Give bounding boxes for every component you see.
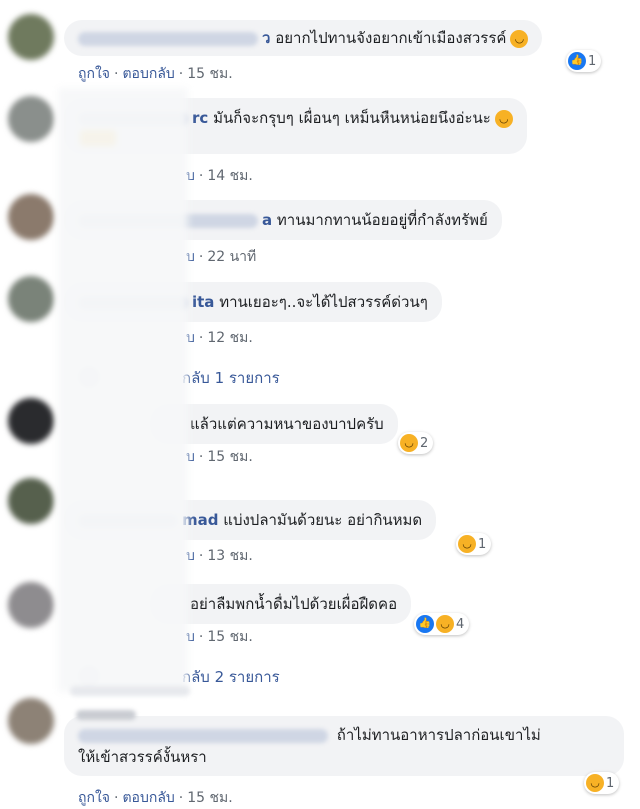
haha-icon: ◡ <box>436 615 454 633</box>
reaction-count: 4 <box>456 616 465 632</box>
reaction-count: 1 <box>588 53 597 69</box>
haha-icon: ◡ <box>400 434 418 452</box>
comment-bubble: อย่าลืมพกน้ำดื่มไปด้วยเผื่อฝืดคอ <box>150 584 412 624</box>
avatar[interactable] <box>8 276 54 322</box>
comment-text: แล้วแต่ความหนาของบาปครับ <box>190 415 384 433</box>
author-name[interactable]: ว <box>262 29 270 47</box>
timestamp[interactable]: 14 ชม. <box>207 168 252 184</box>
reply-button[interactable]: ตอบกลับ <box>122 790 174 806</box>
like-button[interactable]: ถูกใจ <box>78 66 110 82</box>
avatar[interactable] <box>8 96 54 142</box>
reaction-count: 1 <box>478 536 487 552</box>
comment-text: แบ่งปลามันด้วยนะ อย่ากินหมด <box>223 511 423 529</box>
reaction-count: 2 <box>420 435 429 451</box>
like-icon: 👍 <box>568 52 586 70</box>
comment-text-line-2: ให้เข้าสวรรค์งั้นหรา <box>78 748 207 766</box>
view-replies-label[interactable]: กลับ 2 รายการ <box>182 665 280 689</box>
timestamp[interactable]: 15 ชม. <box>187 790 232 806</box>
privacy-blur-overlay <box>76 710 136 720</box>
timestamp[interactable]: 22 นาที <box>207 249 256 265</box>
avatar[interactable] <box>8 582 54 628</box>
haha-icon: ◡ <box>458 535 476 553</box>
timestamp[interactable]: 15 ชม. <box>207 449 252 465</box>
reaction-summary[interactable]: 👍 1 <box>566 50 602 72</box>
reaction-summary[interactable]: ◡ 2 <box>398 432 434 454</box>
comment-actions: บ · 22 นาที <box>186 249 257 265</box>
timestamp[interactable]: 15 ชม. <box>207 629 252 645</box>
reaction-summary[interactable]: ◡ 1 <box>584 772 620 794</box>
reply-button[interactable]: ตอบกลับ <box>122 66 174 82</box>
like-button[interactable]: ถูกใจ <box>78 790 110 806</box>
grinning-emoji-icon: ◡ <box>510 29 529 48</box>
view-replies-label[interactable]: กลับ 1 รายการ <box>182 366 280 390</box>
timestamp[interactable]: 13 ชม. <box>207 548 252 564</box>
comment-bubble: ว อยากไปทานจังอยากเข้าเมืองสวรรค์ ◡ <box>64 20 543 56</box>
laughing-emoji-icon: ◡ <box>494 109 513 128</box>
avatar[interactable] <box>8 698 54 744</box>
privacy-blur-overlay <box>70 686 190 696</box>
comment-actions: บ · 14 ชม. <box>186 168 253 184</box>
avatar[interactable] <box>8 478 54 524</box>
comment-bubble: ถ้าไม่ทานอาหารปลาก่อนเขาไม่ ให้เข้าสวรรค… <box>64 716 624 776</box>
author-name[interactable]: ita <box>192 293 214 311</box>
comment-text-line-1: ถ้าไม่ทานอาหารปลาก่อนเขาไม่ <box>336 726 541 744</box>
haha-icon: ◡ <box>586 774 604 792</box>
comment-actions: บ · 15 ชม. <box>186 449 253 465</box>
comment-actions: บ · 12 ชม. <box>186 330 253 346</box>
comment-actions: บ · 13 ชม. <box>186 548 253 564</box>
author-name[interactable]: a <box>262 211 272 229</box>
comment-text: อย่าลืมพกน้ำดื่มไปด้วยเผื่อฝืดคอ <box>190 595 398 613</box>
avatar[interactable] <box>8 194 54 240</box>
comment-text: อยากไปทานจังอยากเข้าเมืองสวรรค์ <box>275 29 507 47</box>
author-name-blurred[interactable] <box>78 728 328 743</box>
timestamp[interactable]: 15 ชม. <box>187 66 232 82</box>
author-name[interactable]: rc <box>192 109 208 127</box>
comment-text: ทานเยอะๆ..จะได้ไปสวรรค์ด่วนๆ <box>219 293 428 311</box>
comment-actions: บ · 15 ชม. <box>186 629 253 645</box>
timestamp[interactable]: 12 ชม. <box>207 330 252 346</box>
reaction-count: 1 <box>606 775 615 791</box>
author-name-blurred[interactable] <box>78 31 258 46</box>
comment-text: ทานมากทานน้อยอยู่ที่กำลังทรัพย์ <box>276 211 488 229</box>
comment-text: มันก็จะกรุบๆ เผื่อนๆ เหม็นหืนหน่อยนึงอ่ะ… <box>213 109 491 127</box>
avatar[interactable] <box>8 398 54 444</box>
comment-actions: ถูกใจ · ตอบกลับ · 15 ชม. <box>78 66 233 82</box>
like-icon: 👍 <box>416 615 434 633</box>
avatar[interactable] <box>8 14 54 60</box>
reaction-summary[interactable]: 👍 ◡ 4 <box>414 613 470 635</box>
privacy-blur-overlay <box>58 88 188 692</box>
reaction-summary[interactable]: ◡ 1 <box>456 533 492 555</box>
